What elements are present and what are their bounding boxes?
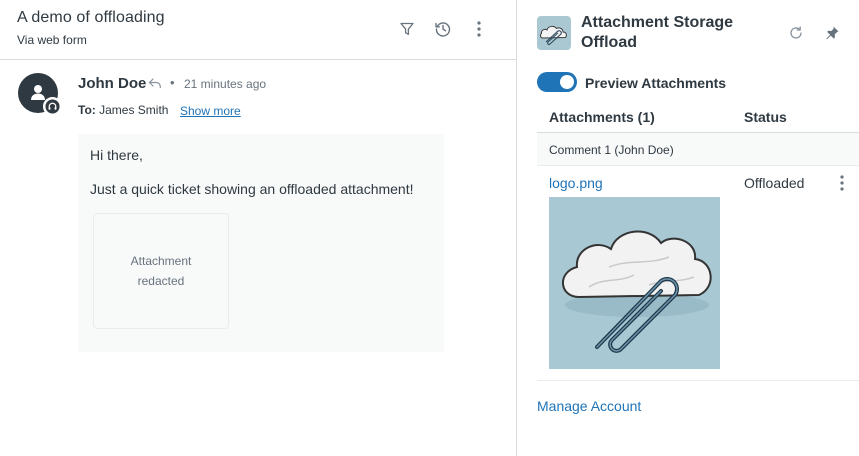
cloud-paperclip-image bbox=[562, 230, 712, 353]
attachment-file-link[interactable]: logo.png bbox=[549, 175, 603, 191]
attachment-status: Offloaded bbox=[744, 175, 805, 191]
filter-icon[interactable] bbox=[396, 18, 418, 40]
status-column-header: Status bbox=[744, 109, 787, 125]
comment-timestamp: 21 minutes ago bbox=[184, 77, 267, 91]
app-title: Attachment Storage Offload bbox=[581, 14, 734, 51]
attachment-placeholder: Attachment redacted bbox=[93, 213, 229, 329]
more-vertical-icon[interactable] bbox=[468, 18, 490, 40]
toggle-knob bbox=[560, 75, 574, 89]
reply-icon bbox=[148, 76, 162, 94]
more-vertical-icon[interactable] bbox=[834, 173, 850, 193]
recipient-line: To: James Smith bbox=[78, 103, 168, 117]
app-sidebar: Attachment Storage Offload Preview Attac… bbox=[518, 0, 859, 456]
ticket-conversation-pane: A demo of offloading Via web form John D… bbox=[0, 0, 517, 456]
section-divider bbox=[537, 380, 859, 381]
meta-separator: • bbox=[170, 75, 175, 90]
cloud-paperclip-icon bbox=[539, 25, 567, 45]
ticket-title: A demo of offloading bbox=[17, 9, 165, 26]
recipient-name: James Smith bbox=[99, 103, 169, 117]
agent-headset-icon bbox=[43, 97, 62, 116]
refresh-icon[interactable] bbox=[786, 23, 806, 43]
comment-line: Hi there, bbox=[90, 147, 143, 163]
preview-attachments-label: Preview Attachments bbox=[585, 75, 727, 91]
show-more-link[interactable]: Show more bbox=[180, 104, 241, 118]
comment-line: Just a quick ticket showing an offloaded… bbox=[90, 181, 414, 197]
attachment-preview-image[interactable] bbox=[549, 197, 720, 369]
app-logo bbox=[537, 16, 571, 50]
manage-account-link[interactable]: Manage Account bbox=[537, 398, 641, 414]
history-icon[interactable] bbox=[432, 18, 454, 40]
comment-body: Hi there, Just a quick ticket showing an… bbox=[78, 134, 444, 352]
to-label: To: bbox=[78, 103, 96, 117]
pin-icon[interactable] bbox=[822, 23, 842, 43]
ticket-channel: Via web form bbox=[17, 33, 87, 47]
preview-attachments-toggle[interactable] bbox=[537, 72, 577, 92]
attachment-redacted-text: Attachment redacted bbox=[130, 254, 192, 288]
comment-author[interactable]: John Doe bbox=[78, 75, 146, 92]
table-group-row: Comment 1 (John Doe) bbox=[537, 133, 859, 166]
attachments-column-header: Attachments (1) bbox=[549, 109, 655, 125]
ticket-header: A demo of offloading Via web form bbox=[0, 0, 516, 60]
group-label: Comment 1 (John Doe) bbox=[549, 143, 674, 157]
